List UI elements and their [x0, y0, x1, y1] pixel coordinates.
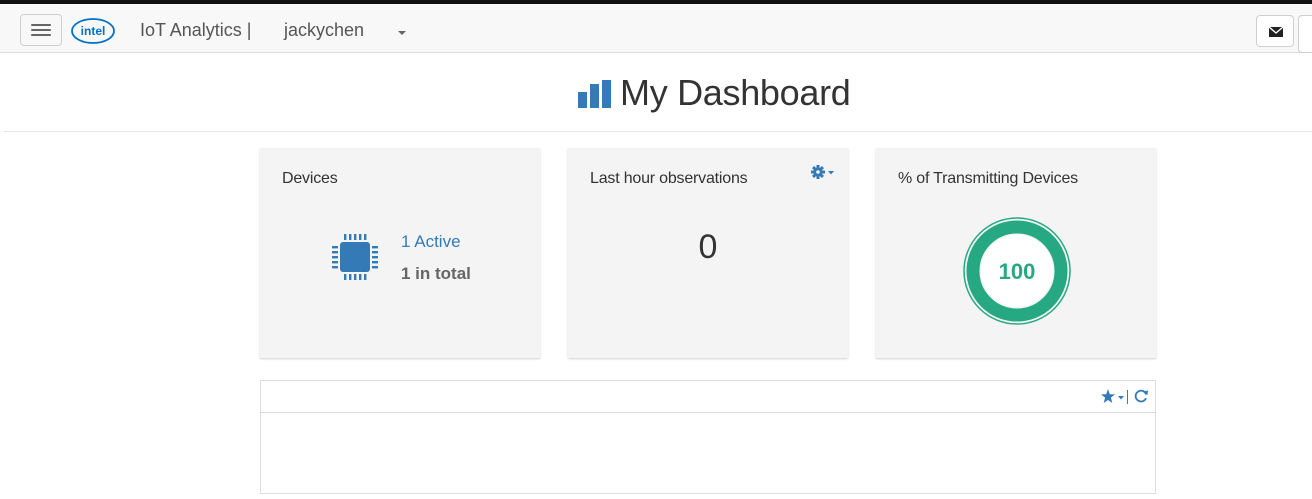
gauge-ring: 100 [963, 217, 1071, 325]
envelope-icon [1268, 26, 1284, 37]
observations-count: 0 [698, 228, 718, 266]
transmitting-percent: 100 [999, 259, 1036, 284]
chevron-down-icon[interactable] [398, 31, 406, 35]
page-header: My Dashboard [4, 54, 1312, 132]
transmitting-card-title: % of Transmitting Devices [898, 170, 1078, 187]
observations-card: Last hour observations 0 [568, 148, 848, 358]
messages-button[interactable] [1256, 15, 1294, 47]
menu-toggle-button[interactable] [20, 14, 62, 46]
hamburger-icon-bar [31, 24, 51, 26]
hamburger-icon-bar [31, 34, 51, 36]
star-icon[interactable] [1101, 388, 1125, 406]
hamburger-icon-bar [31, 29, 51, 31]
transmitting-gauge: 100 [962, 216, 1072, 326]
chart-widget [260, 380, 1156, 494]
widget-header [261, 381, 1155, 413]
active-devices-link[interactable]: 1 Active [401, 232, 461, 252]
svg-text:intel: intel [81, 24, 106, 38]
gear-icon[interactable] [810, 162, 836, 182]
devices-card-title: Devices [282, 170, 338, 187]
bar-chart-icon [578, 80, 611, 108]
observations-card-title: Last hour observations [590, 170, 748, 187]
app-title: IoT Analytics | [140, 20, 252, 40]
extra-nav-button[interactable] [1298, 15, 1312, 53]
toolbar-divider [1127, 390, 1128, 404]
total-devices-text: 1 in total [401, 264, 471, 283]
chip-icon [332, 234, 378, 280]
user-menu[interactable]: jackychen [284, 20, 364, 41]
navbar: intel IoT Analytics | jackychen [0, 4, 1312, 53]
refresh-icon[interactable] [1133, 388, 1149, 404]
transmitting-card: % of Transmitting Devices 100 [876, 148, 1156, 358]
page-title: My Dashboard [620, 72, 851, 113]
devices-card: Devices 1 Active 1 in total [260, 148, 540, 358]
intel-logo[interactable]: intel [70, 16, 116, 46]
